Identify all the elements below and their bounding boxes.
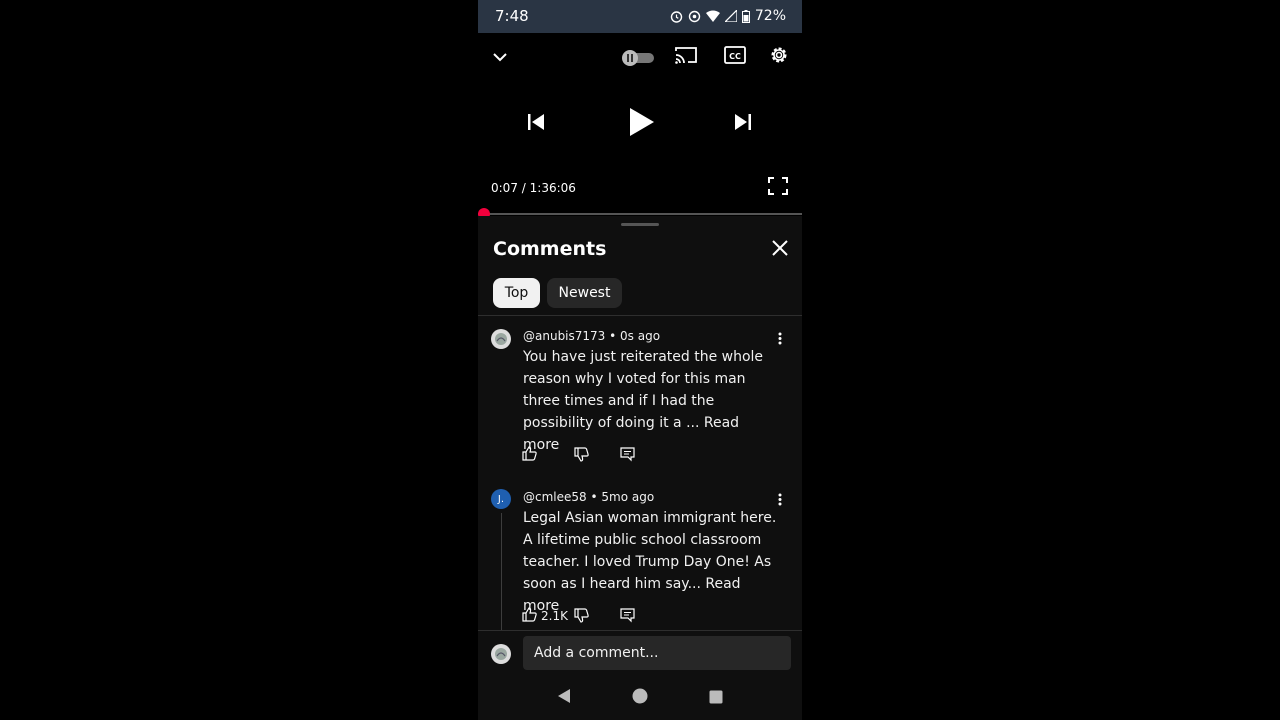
meta-separator: • bbox=[590, 490, 598, 504]
recents-square-icon bbox=[709, 689, 723, 708]
dnd-icon bbox=[688, 10, 701, 23]
comment-text: You have just reiterated the whole reaso… bbox=[523, 346, 778, 456]
previous-icon bbox=[527, 114, 545, 134]
wifi-icon bbox=[705, 10, 720, 22]
captions-icon: CC bbox=[724, 46, 746, 68]
thumbs-up-icon bbox=[522, 607, 537, 625]
more-vert-icon bbox=[778, 330, 782, 349]
comment-line: soon as I heard him say... bbox=[523, 576, 706, 592]
progress-track[interactable] bbox=[478, 213, 802, 215]
status-time: 7:48 bbox=[495, 7, 529, 25]
svg-text:CC: CC bbox=[729, 52, 741, 61]
cast-icon bbox=[675, 46, 697, 68]
comment-line: possibility of doing it a ... bbox=[523, 415, 704, 431]
back-triangle-icon bbox=[557, 688, 571, 708]
like-count: 2.1K bbox=[541, 609, 568, 623]
comment-line: Legal Asian woman immigrant here. bbox=[523, 510, 777, 526]
more-vert-icon bbox=[778, 491, 782, 510]
reply-icon bbox=[620, 608, 635, 626]
like-button[interactable] bbox=[522, 446, 537, 464]
fullscreen-button[interactable] bbox=[766, 177, 790, 199]
fullscreen-icon bbox=[768, 177, 788, 199]
comment-author[interactable]: @cmlee58 bbox=[523, 490, 587, 504]
my-avatar bbox=[491, 644, 511, 664]
dislike-button[interactable] bbox=[574, 447, 589, 465]
comment-text: Legal Asian woman immigrant here. A life… bbox=[523, 507, 778, 617]
divider bbox=[478, 630, 802, 631]
sort-top-chip[interactable]: Top bbox=[493, 278, 540, 308]
home-button[interactable] bbox=[630, 688, 650, 708]
close-button[interactable] bbox=[768, 238, 792, 262]
system-nav-bar bbox=[478, 680, 802, 720]
next-icon bbox=[734, 114, 752, 134]
home-circle-icon bbox=[632, 688, 648, 708]
play-icon bbox=[627, 107, 655, 141]
status-icons: 72% bbox=[670, 8, 786, 24]
gear-icon bbox=[768, 44, 790, 70]
next-button[interactable] bbox=[731, 113, 755, 135]
back-button[interactable] bbox=[554, 688, 574, 708]
comment-author[interactable]: @anubis7173 bbox=[523, 329, 605, 343]
close-icon bbox=[772, 240, 788, 260]
video-player[interactable]: CC 0:07 / 1:36:06 bbox=[478, 33, 802, 220]
reply-button[interactable] bbox=[620, 608, 635, 626]
cell-signal-icon bbox=[724, 10, 737, 22]
play-button[interactable] bbox=[624, 107, 658, 141]
avatar[interactable]: J. bbox=[491, 489, 511, 509]
timecode: 0:07 / 1:36:06 bbox=[491, 181, 576, 195]
minimize-button[interactable] bbox=[488, 45, 512, 67]
thumbs-down-icon bbox=[574, 447, 589, 465]
status-bar: 7:48 72% bbox=[478, 0, 802, 33]
autoplay-toggle[interactable] bbox=[620, 47, 656, 67]
battery-icon bbox=[741, 9, 750, 23]
add-comment-input[interactable]: Add a comment... bbox=[523, 636, 791, 670]
settings-button[interactable] bbox=[767, 45, 791, 69]
thread-line bbox=[501, 513, 502, 630]
phone-screen: 7:48 72% CC 0:07 / 1:36:06 Comments Top … bbox=[478, 0, 802, 720]
avatar-letter: J. bbox=[497, 493, 505, 505]
previous-button[interactable] bbox=[524, 113, 548, 135]
comment-line-last: possibility of doing it a ... Read more bbox=[523, 412, 778, 456]
reply-icon bbox=[620, 447, 635, 465]
comment-meta: @anubis7173 • 0s ago bbox=[523, 329, 660, 343]
comment-age: 0s ago bbox=[620, 329, 661, 343]
dislike-button[interactable] bbox=[574, 608, 589, 626]
chevron-down-icon bbox=[493, 47, 507, 66]
recents-button[interactable] bbox=[706, 688, 726, 708]
total-duration: 1:36:06 bbox=[529, 181, 576, 195]
thumbs-up-icon bbox=[522, 446, 537, 464]
comment-age: 5mo ago bbox=[601, 490, 655, 504]
elapsed-time: 0:07 bbox=[491, 181, 518, 195]
comments-title: Comments bbox=[493, 238, 607, 260]
battery-percent: 72% bbox=[754, 8, 786, 24]
comment-line: A lifetime public school classroom bbox=[523, 532, 762, 548]
comment-line: You have just reiterated the whole bbox=[523, 349, 764, 365]
cast-button[interactable] bbox=[674, 45, 698, 69]
comment-line: three times and if I had the bbox=[523, 393, 715, 409]
captions-button[interactable]: CC bbox=[723, 45, 747, 69]
comment-line: teacher. I loved Trump Day One! As bbox=[523, 554, 772, 570]
meta-separator: • bbox=[609, 329, 617, 343]
divider bbox=[478, 315, 802, 316]
comments-panel: Comments Top Newest @anubis7173 • 0s ago bbox=[478, 216, 802, 720]
comment-line: reason why I voted for this man bbox=[523, 371, 746, 387]
like-button[interactable]: 2.1K bbox=[522, 607, 568, 625]
reply-button[interactable] bbox=[620, 447, 635, 465]
drag-handle[interactable] bbox=[621, 223, 659, 226]
comment-meta: @cmlee58 • 5mo ago bbox=[523, 490, 654, 504]
avatar[interactable] bbox=[491, 329, 511, 349]
thumbs-down-icon bbox=[574, 608, 589, 626]
alarm-icon bbox=[670, 10, 683, 23]
sort-newest-chip[interactable]: Newest bbox=[547, 278, 622, 308]
time-separator: / bbox=[521, 181, 526, 195]
